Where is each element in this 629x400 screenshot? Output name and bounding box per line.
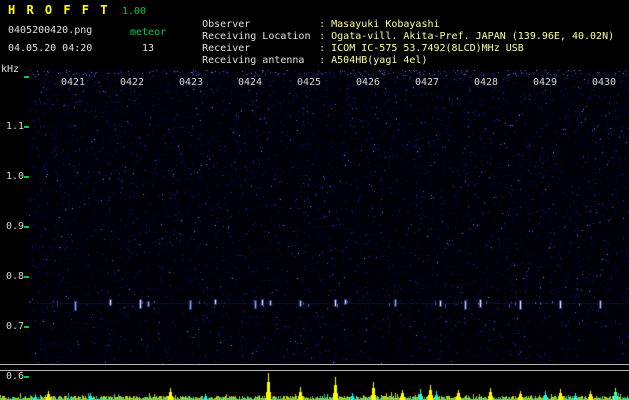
time-tick-label: 0427 [414,77,440,88]
time-tick-label: 0428 [473,77,499,88]
separator-line [0,364,629,365]
info-label: Receiving antenna [202,55,305,66]
freq-tick [24,126,29,128]
time-tick-label: 0430 [591,77,617,88]
freq-tick-label: 1.1 [5,121,24,132]
freq-tick-label: 0.6 [5,371,24,382]
time-tick-label: 0425 [296,77,322,88]
freq-tick [24,276,29,278]
mode-label: meteor [130,27,167,38]
time-tick-label: 0426 [355,77,381,88]
freq-unit-label: kHz [1,64,20,75]
info-separator: : [319,55,332,66]
app-title: H R O F F T [8,3,110,17]
freq-tick-label: 1.0 [5,171,24,182]
time-tick-label: 0423 [178,77,204,88]
freq-tick [24,176,29,178]
filename-label: 0405200420.png [8,25,93,36]
time-tick-label: 0422 [119,77,145,88]
time-tick-label: 0424 [237,77,263,88]
time-tick-label: 0421 [60,77,86,88]
freq-tick [24,76,29,78]
freq-tick-label: 0.9 [5,221,24,232]
separator-line [0,370,629,371]
freq-tick [24,226,29,228]
echo-count-label: 13 [142,43,155,54]
signal-strip-canvas [0,371,629,400]
info-row-antenna: Receiving antenna: A504HB(yagi 4el) [178,43,427,79]
freq-tick-label: 0.7 [5,321,24,332]
app-version: 1.00 [122,6,147,17]
freq-tick [24,376,29,378]
freq-tick-label: 0.8 [5,271,24,282]
time-tick-label: 0429 [532,77,558,88]
hrofft-screen: H R O F F T 1.00 0405200420.png meteor 0… [0,0,629,400]
spectrogram-canvas [29,70,629,364]
info-value: A504HB(yagi 4el) [331,55,428,66]
freq-tick [24,326,29,328]
datetime-label: 04.05.20 04:20 [8,43,93,54]
